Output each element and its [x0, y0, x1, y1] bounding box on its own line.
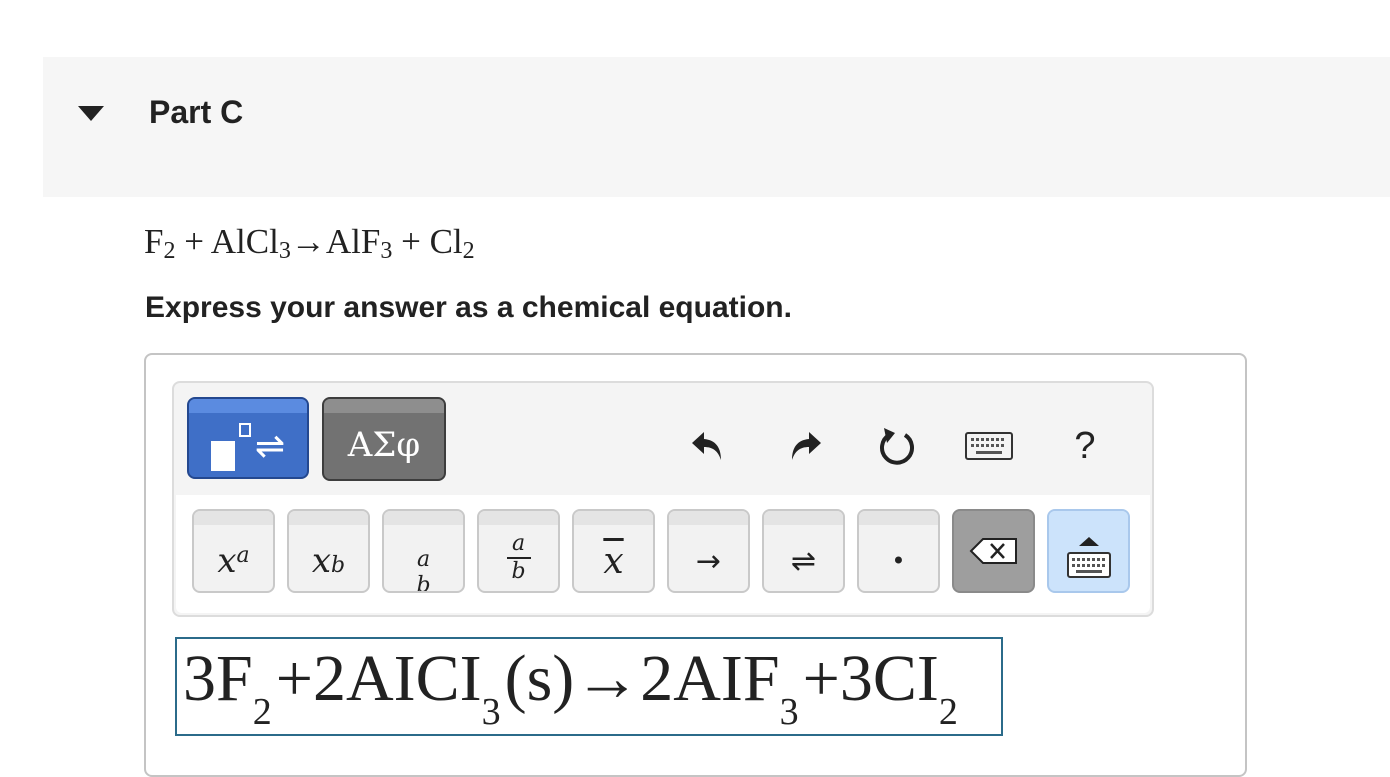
- answer-equation: 3F2+2AICI3(s)→2AIF3+3CI2: [183, 642, 958, 733]
- template-superscript-box-icon: [239, 423, 251, 437]
- overbar-icon: x: [603, 540, 624, 582]
- subscript-icon: xb: [311, 541, 346, 581]
- question-equation: F2 + AlCl3→AlF3 + Cl2: [144, 222, 475, 264]
- keyboard-toggle-icon: [1049, 511, 1128, 591]
- equilibrium-arrow-key[interactable]: ⇌: [762, 509, 845, 593]
- reaction-arrow-key[interactable]: →: [667, 509, 750, 593]
- dot-key[interactable]: •: [857, 509, 940, 593]
- stacked-key[interactable]: ab: [382, 509, 465, 593]
- superscript-icon: xa: [217, 541, 250, 581]
- superscript-key[interactable]: xa: [192, 509, 275, 593]
- backspace-key[interactable]: [952, 509, 1035, 593]
- stacked-fraction-icon: ab: [416, 547, 431, 593]
- undo-button[interactable]: [683, 418, 733, 474]
- fraction-key[interactable]: ab: [477, 509, 560, 593]
- part-header[interactable]: [43, 57, 1390, 197]
- undo-icon: [692, 432, 721, 460]
- keyboard-icon: [965, 432, 1013, 460]
- backspace-icon: [954, 511, 1033, 591]
- tab-greek[interactable]: ΑΣφ: [322, 397, 446, 481]
- keyboard-shortcuts-button[interactable]: [964, 418, 1014, 474]
- subscript-key[interactable]: xb: [287, 509, 370, 593]
- overbar-key[interactable]: x: [572, 509, 655, 593]
- reset-icon: [880, 428, 914, 465]
- tab-templates[interactable]: ⇌: [187, 397, 309, 479]
- answer-input[interactable]: 3F2+2AICI3(s)→2AIF3+3CI2: [175, 637, 1003, 736]
- dot-label: •: [891, 547, 906, 575]
- reaction-arrow-label: →: [695, 543, 722, 579]
- fraction-icon: ab: [479, 525, 558, 591]
- equilibrium-arrow-label: ⇌: [790, 543, 817, 579]
- toggle-keyboard-key[interactable]: [1047, 509, 1130, 593]
- greek-tab-label: ΑΣφ: [347, 425, 421, 465]
- reset-button[interactable]: [872, 418, 922, 474]
- equilibrium-arrows-icon: ⇌: [255, 426, 286, 467]
- help-button[interactable]: ?: [1060, 418, 1110, 474]
- part-title: Part C: [149, 94, 244, 130]
- redo-button[interactable]: [780, 418, 830, 474]
- template-box-icon: [211, 441, 235, 471]
- redo-icon: [792, 432, 821, 460]
- instruction-text: Express your answer as a chemical equati…: [145, 291, 792, 324]
- caret-down-icon[interactable]: [78, 106, 104, 121]
